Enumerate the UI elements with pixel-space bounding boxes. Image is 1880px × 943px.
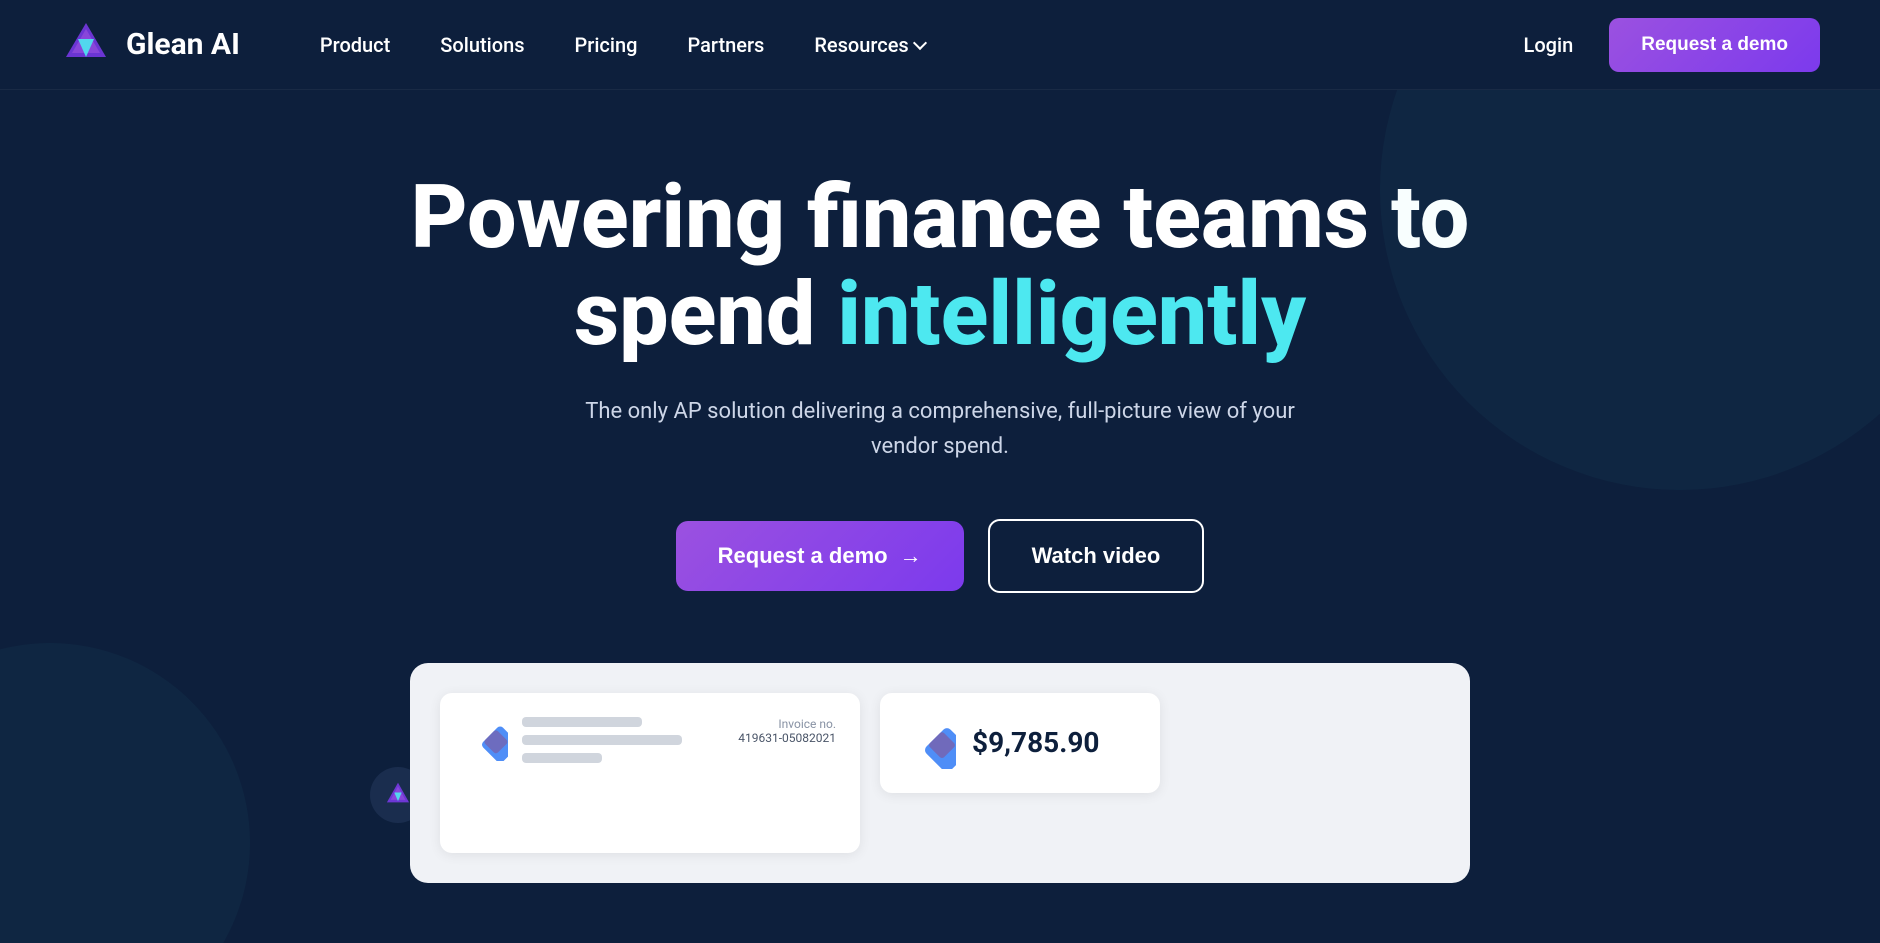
logo-link[interactable]: Glean AI	[60, 19, 240, 71]
invoice-card: Invoice no. 419631-05082021	[440, 693, 860, 853]
hero-title-part2: spend	[574, 263, 837, 366]
login-link[interactable]: Login	[1508, 25, 1590, 65]
arrow-right-icon: →	[900, 543, 922, 569]
invoice-text-lines	[522, 717, 724, 771]
watch-video-button[interactable]: Watch video	[988, 519, 1205, 593]
chevron-down-icon	[913, 36, 927, 50]
hero-title: Powering finance teams to spend intellig…	[411, 170, 1470, 364]
invoice-header: Invoice no. 419631-05082021	[464, 717, 836, 771]
invoice-details: Invoice no. 419631-05082021	[738, 717, 836, 745]
invoice-line-1	[522, 717, 642, 727]
nav-links: Product Solutions Pricing Partners Resou…	[300, 25, 1508, 65]
hero-subtitle: The only AP solution delivering a compre…	[550, 394, 1330, 464]
bg-circle-2	[0, 643, 250, 943]
hero-title-part1: Powering finance teams to	[411, 166, 1470, 269]
brand-name: Glean AI	[126, 27, 240, 62]
amount-value: $9,785.90	[972, 726, 1099, 759]
dashboard-preview: Invoice no. 419631-05082021 $9,785.90	[410, 663, 1470, 883]
nav-product[interactable]: Product	[300, 25, 410, 65]
hero-section: Powering finance teams to spend intellig…	[0, 90, 1880, 943]
request-demo-hero-button[interactable]: Request a demo →	[676, 521, 964, 591]
navbar: Glean AI Product Solutions Pricing Partn…	[0, 0, 1880, 90]
nav-solutions[interactable]: Solutions	[420, 25, 544, 65]
invoice-line-3	[522, 753, 602, 763]
nav-partners[interactable]: Partners	[667, 25, 784, 65]
invoice-number: 419631-05082021	[738, 731, 836, 745]
invoice-label: Invoice no.	[738, 717, 836, 731]
nav-resources[interactable]: Resources	[794, 25, 944, 65]
invoice-line-2	[522, 735, 682, 745]
nav-pricing[interactable]: Pricing	[555, 25, 658, 65]
dashboard-inner: Invoice no. 419631-05082021 $9,785.90	[440, 693, 1440, 853]
nav-right: Login Request a demo	[1508, 18, 1820, 72]
request-demo-nav-button[interactable]: Request a demo	[1609, 18, 1820, 72]
dashboard-card: Invoice no. 419631-05082021 $9,785.90	[410, 663, 1470, 883]
glean-ai-logo-icon	[60, 19, 112, 71]
amount-card: $9,785.90	[880, 693, 1160, 793]
hero-buttons: Request a demo → Watch video	[676, 519, 1205, 593]
amount-diamond-icon	[904, 717, 956, 769]
hero-title-highlight: intelligently	[837, 263, 1306, 366]
invoice-diamond-icon	[464, 717, 508, 761]
